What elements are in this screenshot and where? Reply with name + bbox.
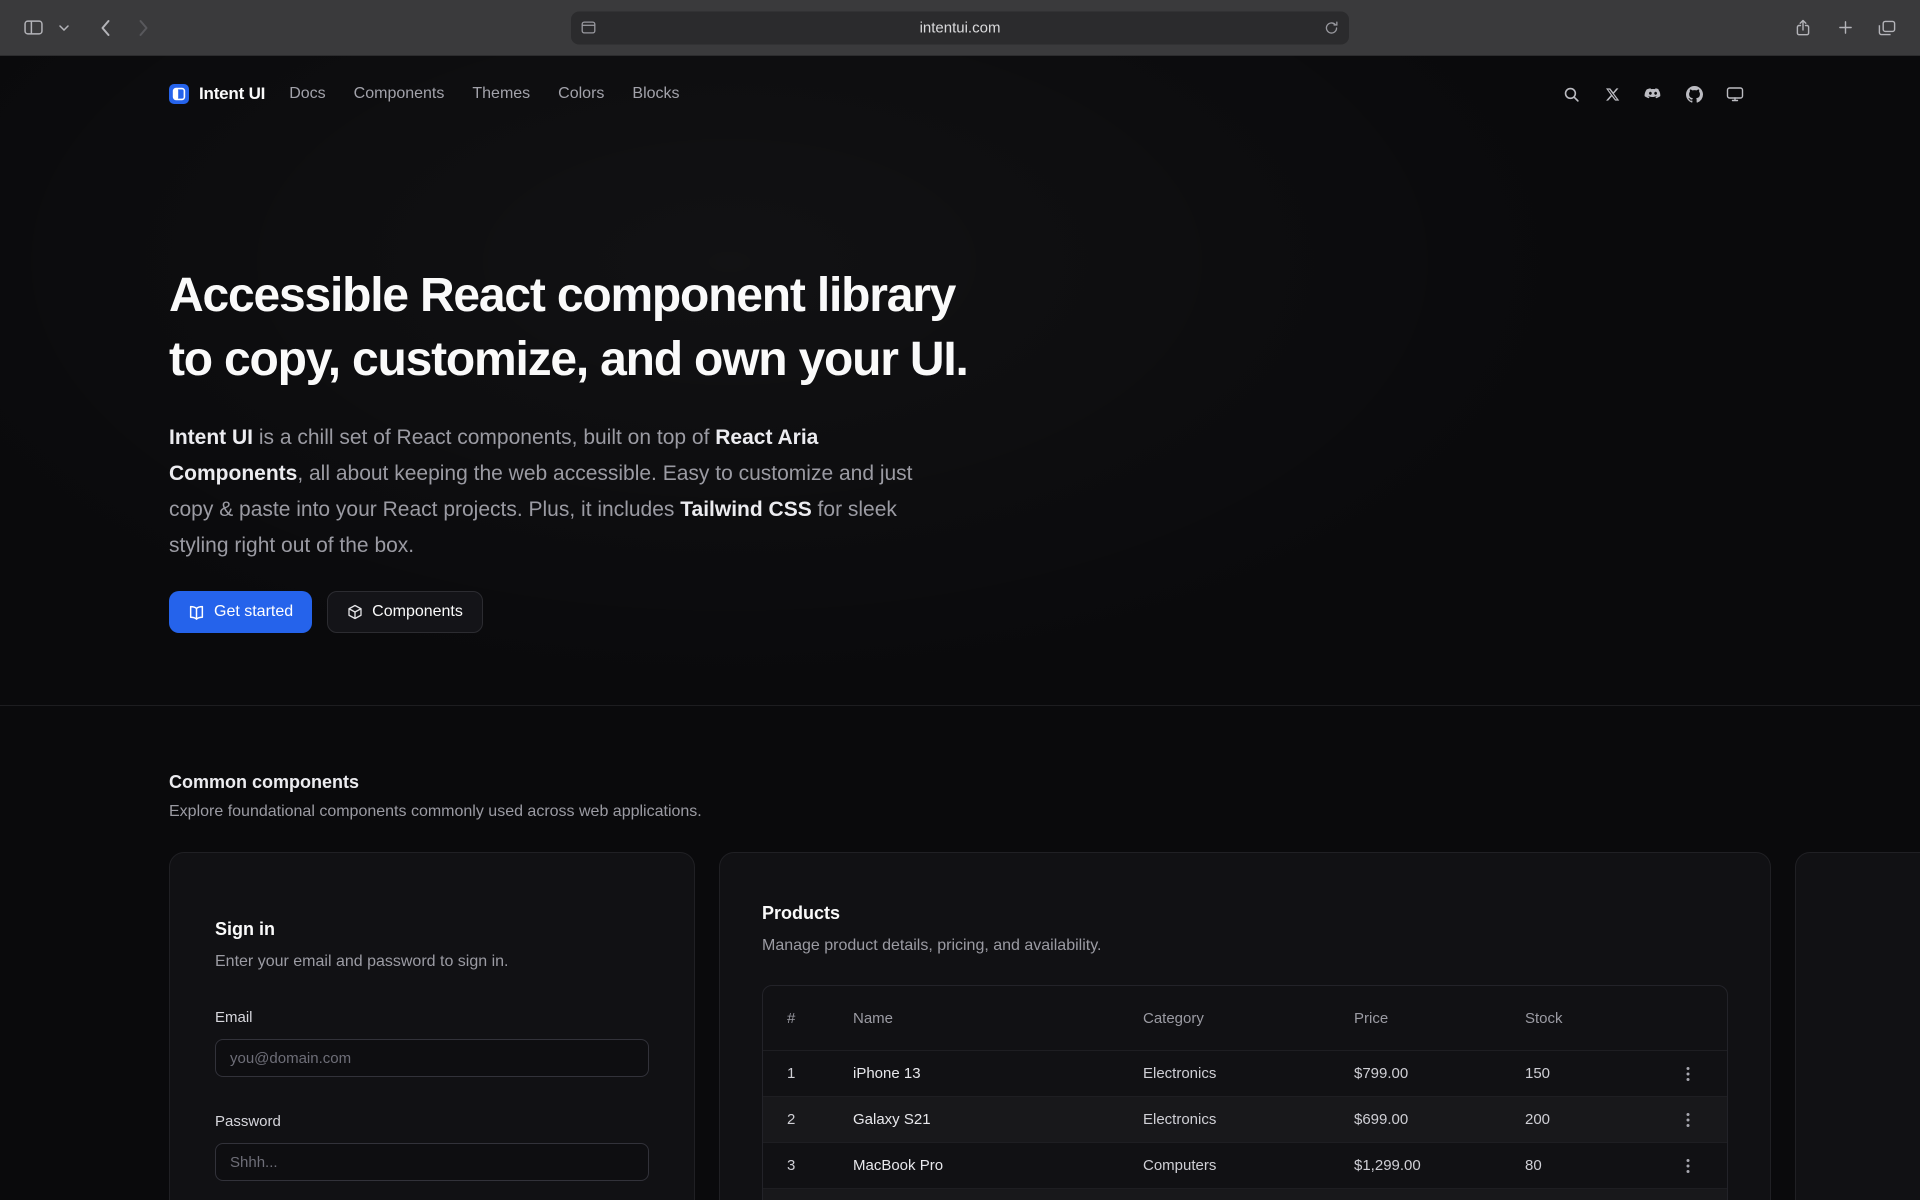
products-card-title: Products [762, 901, 1728, 925]
hero-description: Intent UI is a chill set of React compon… [169, 420, 921, 564]
signin-card-description: Enter your email and password to sign in… [215, 951, 649, 973]
header-category: Category [1143, 1010, 1354, 1027]
brand[interactable]: Intent UI [169, 84, 265, 104]
password-label: Password [215, 1113, 649, 1131]
nav-icons [1555, 78, 1751, 110]
cell-name: MacBook Pro [853, 1157, 1143, 1174]
table-header-row: # Name Category Price Stock [763, 986, 1727, 1050]
brand-logo-icon [169, 84, 189, 104]
email-label: Email [215, 1009, 649, 1027]
brand-name: Intent UI [199, 84, 265, 104]
header-price: Price [1354, 1010, 1525, 1027]
tab-overview-icon[interactable] [1870, 11, 1904, 45]
cell-category: Electronics [1143, 1065, 1354, 1082]
nav-link-docs[interactable]: Docs [289, 85, 325, 103]
next-card-peek [1795, 852, 1920, 1200]
products-card-description: Manage product details, pricing, and ava… [762, 935, 1728, 957]
x-icon[interactable] [1596, 78, 1628, 110]
row-actions-ellipsis-icon[interactable] [1673, 1059, 1703, 1089]
reload-icon[interactable] [1324, 20, 1339, 35]
sidebar-chevron-down-icon[interactable] [54, 11, 74, 45]
nav-links: Docs Components Themes Colors Blocks [289, 85, 679, 103]
nav-link-blocks[interactable]: Blocks [632, 85, 679, 103]
hero-band: Intent UI Docs Components Themes Colors … [0, 56, 1920, 706]
hero-heading-line1: Accessible React component library [169, 269, 955, 322]
cell-price: $699.00 [1354, 1111, 1525, 1128]
hero-actions: Get started Components [169, 591, 1751, 705]
chrome-right-controls [1786, 11, 1904, 45]
cube-icon [347, 604, 363, 620]
book-open-icon [188, 604, 205, 621]
browser-chrome: intentui.com [0, 0, 1920, 56]
table-row: 4 [763, 1188, 1727, 1200]
cell-category: Computers [1143, 1157, 1354, 1174]
cell-category: Electronics [1143, 1111, 1354, 1128]
products-table: # Name Category Price Stock 1 iPhone 13 … [762, 985, 1728, 1200]
row-actions-ellipsis-icon[interactable] [1673, 1197, 1703, 1200]
products-card: Products Manage product details, pricing… [719, 852, 1771, 1200]
back-icon[interactable] [88, 11, 122, 45]
search-icon[interactable] [1555, 78, 1587, 110]
nav-link-colors[interactable]: Colors [558, 85, 604, 103]
header-stock: Stock [1525, 1010, 1655, 1027]
cell-name: iPhone 13 [853, 1065, 1143, 1082]
chrome-left-controls [16, 11, 160, 45]
cell-number: 1 [787, 1065, 853, 1082]
header-name: Name [853, 1010, 1143, 1027]
sidebar-toggle-icon[interactable] [16, 11, 50, 45]
forward-icon [126, 11, 160, 45]
web-page: Intent UI Docs Components Themes Colors … [0, 56, 1920, 1200]
header-number: # [787, 1010, 853, 1027]
nav-link-themes[interactable]: Themes [472, 85, 530, 103]
row-actions-ellipsis-icon[interactable] [1673, 1105, 1703, 1135]
table-row: 3 MacBook Pro Computers $1,299.00 80 [763, 1142, 1727, 1188]
row-actions-ellipsis-icon[interactable] [1673, 1151, 1703, 1181]
site-nav: Intent UI Docs Components Themes Colors … [169, 56, 1751, 132]
table-row: 2 Galaxy S21 Electronics $699.00 200 [763, 1096, 1727, 1142]
cell-price: $799.00 [1354, 1065, 1525, 1082]
discord-icon[interactable] [1637, 78, 1669, 110]
signin-card-title: Sign in [215, 917, 649, 941]
cell-stock: 150 [1525, 1065, 1655, 1082]
theme-monitor-icon[interactable] [1719, 78, 1751, 110]
components-button[interactable]: Components [327, 591, 483, 633]
password-field[interactable] [215, 1143, 649, 1181]
get-started-button[interactable]: Get started [169, 591, 312, 633]
table-body: 1 iPhone 13 Electronics $799.00 150 2 Ga… [763, 1050, 1727, 1200]
url-text[interactable]: intentui.com [596, 19, 1324, 36]
section-title: Common components [169, 770, 1751, 794]
nav-link-components[interactable]: Components [354, 85, 445, 103]
table-row: 1 iPhone 13 Electronics $799.00 150 [763, 1050, 1727, 1096]
section-subtitle: Explore foundational components commonly… [169, 802, 1751, 822]
email-field[interactable] [215, 1039, 649, 1077]
components-band: Common components Explore foundational c… [0, 706, 1920, 1200]
signin-card: Sign in Enter your email and password to… [169, 852, 695, 1200]
cell-stock: 80 [1525, 1157, 1655, 1174]
cell-price: $1,299.00 [1354, 1157, 1525, 1174]
hero-heading: Accessible React component library to co… [169, 264, 1751, 392]
address-bar[interactable]: intentui.com [571, 11, 1349, 44]
github-icon[interactable] [1678, 78, 1710, 110]
cell-name: Galaxy S21 [853, 1111, 1143, 1128]
page-format-icon[interactable] [581, 21, 596, 35]
cell-stock: 200 [1525, 1111, 1655, 1128]
share-icon[interactable] [1786, 11, 1820, 45]
cell-number: 3 [787, 1157, 853, 1174]
hero-heading-line2: to copy, customize, and own your UI. [169, 333, 968, 386]
new-tab-icon[interactable] [1828, 11, 1862, 45]
components-label: Components [372, 603, 463, 621]
hero-section: Accessible React component library to co… [169, 132, 1751, 705]
component-cards-row: Sign in Enter your email and password to… [169, 852, 1920, 1200]
cell-number: 2 [787, 1111, 853, 1128]
get-started-label: Get started [214, 603, 293, 621]
